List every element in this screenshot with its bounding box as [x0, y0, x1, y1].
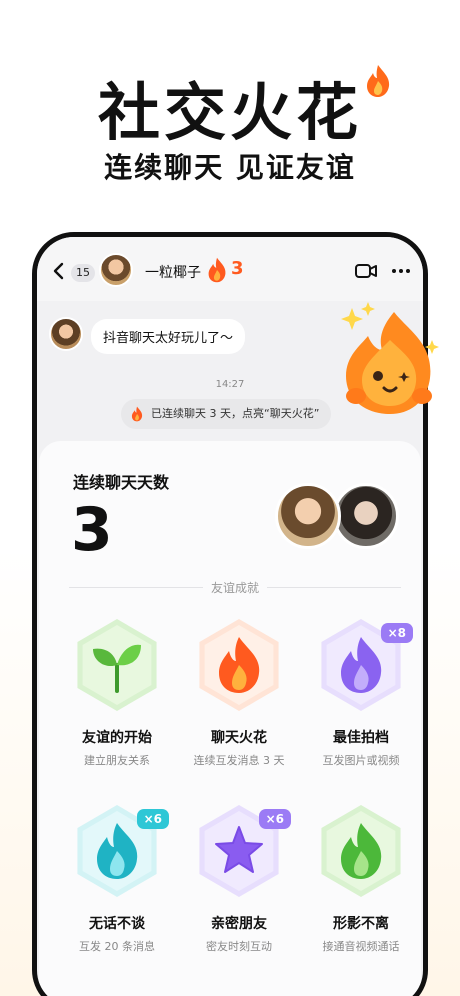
small-flame-icon — [131, 406, 143, 422]
divider — [267, 587, 401, 588]
water-drop-icon — [97, 823, 138, 879]
achievement-title: 无话不谈 — [89, 916, 145, 932]
message-bubble[interactable]: 抖音聊天太好玩儿了～ — [91, 319, 246, 354]
achievement-desc: 互发图片或视频 — [322, 754, 400, 767]
star-icon — [215, 826, 263, 873]
chat-header: 15 一粒椰子 3 — [37, 237, 423, 301]
flame-icon — [367, 65, 390, 97]
multiplier-badge: ×8 — [380, 623, 413, 643]
achievement-title: 最佳拍档 — [333, 730, 389, 746]
achievement-desc: 密友时刻互动 — [206, 940, 272, 953]
streak-flame-icon — [208, 257, 226, 283]
green-flame-icon — [341, 823, 382, 879]
achievement-badge[interactable]: ×6 亲密朋友 密友时刻互动 — [189, 805, 291, 954]
achievement-title: 友谊的开始 — [82, 730, 152, 746]
friend-avatar-2 — [333, 483, 399, 549]
message-avatar[interactable] — [49, 317, 83, 351]
achievement-desc: 建立朋友关系 — [84, 754, 150, 767]
streak-count: 3 — [231, 258, 244, 279]
streak-system-notice[interactable]: 已连续聊天 3 天，点亮“聊天火花” — [121, 399, 332, 429]
flame-icon — [219, 637, 260, 693]
achievement-badge[interactable]: 形影不离 接通音视频通话 — [311, 805, 411, 954]
divider — [69, 587, 203, 588]
back-icon[interactable] — [51, 261, 67, 281]
contact-name[interactable]: 一粒椰子 — [145, 262, 201, 282]
achievement-title: 亲密朋友 — [211, 916, 267, 932]
achievement-title: 聊天火花 — [211, 730, 267, 746]
achievement-desc: 接通音视频通话 — [322, 940, 400, 953]
streak-days-number: 3 — [71, 495, 113, 565]
purple-flame-icon — [341, 637, 382, 693]
unread-count-badge: 15 — [71, 264, 95, 282]
sprout-icon — [93, 644, 141, 693]
multiplier-badge: ×6 — [258, 809, 291, 829]
achievement-desc: 互发 20 条消息 — [79, 940, 155, 953]
system-notice-text: 已连续聊天 3 天，点亮“聊天火花” — [151, 407, 320, 420]
achievement-badge[interactable]: ×8 最佳拍档 互发图片或视频 — [311, 619, 413, 768]
streak-card: 连续聊天天数 3 友谊成就 友谊的开始 建立朋友关系 聊天火花 连续互发消息 3… — [39, 441, 421, 996]
hero-title: 社交火花 — [97, 76, 362, 149]
achievement-title: 形影不离 — [333, 916, 389, 932]
streak-card-title: 连续聊天天数 — [73, 473, 170, 492]
friend-avatar-1 — [275, 483, 341, 549]
achievement-badge[interactable]: 聊天火花 连续互发消息 3 天 — [189, 619, 289, 768]
flame-mascot-icon — [341, 302, 439, 414]
multiplier-badge: ×6 — [136, 809, 169, 829]
contact-avatar[interactable] — [99, 253, 133, 287]
section-label: 友谊成就 — [210, 581, 259, 595]
more-icon[interactable] — [391, 261, 411, 281]
video-call-icon[interactable] — [355, 263, 377, 279]
achievement-badge[interactable]: 友谊的开始 建立朋友关系 — [67, 619, 167, 768]
hero-subtitle: 连续聊天 见证友谊 — [104, 151, 356, 184]
achievement-badge[interactable]: ×6 无话不谈 互发 20 条消息 — [67, 805, 169, 954]
achievement-desc: 连续互发消息 3 天 — [193, 754, 285, 767]
